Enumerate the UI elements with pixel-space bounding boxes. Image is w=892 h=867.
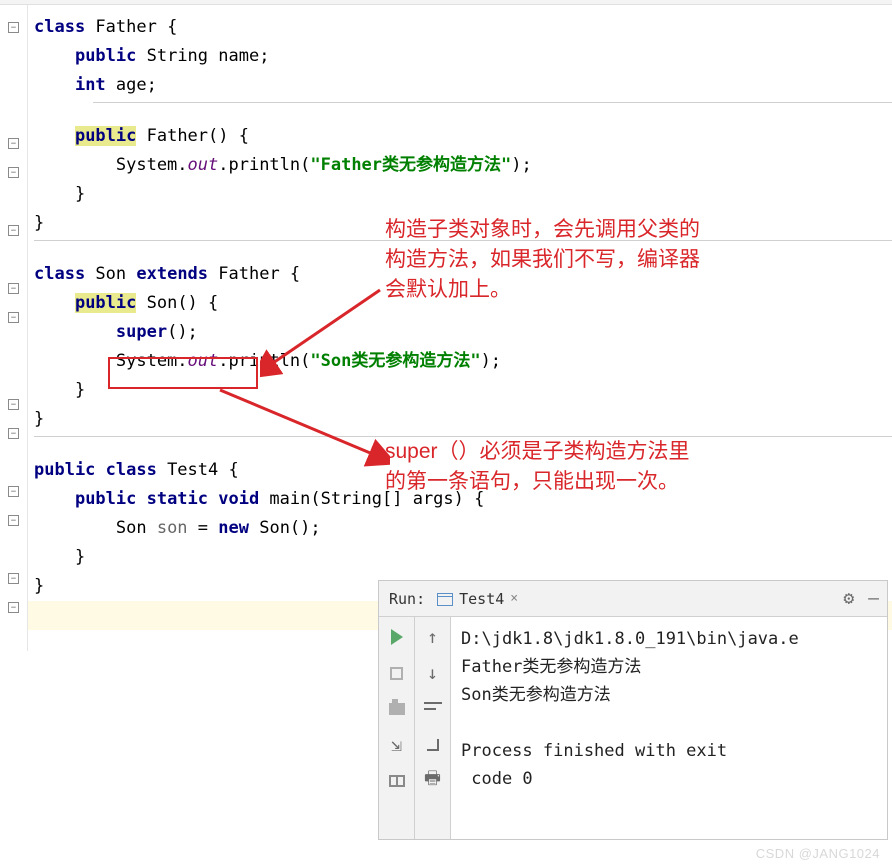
keyword-public: public (75, 126, 136, 146)
brace-close: } (34, 213, 44, 233)
run-toolbar-second: ↑ ↓ 🖶 (415, 617, 451, 839)
code-text: .println( (218, 155, 310, 175)
keyword-public-class: public class (34, 460, 157, 480)
fold-icon[interactable]: − (8, 573, 19, 584)
constructor-father: Father() { (136, 126, 249, 146)
fold-icon[interactable]: − (8, 515, 19, 526)
brace-close: } (34, 409, 44, 429)
layout-button[interactable] (385, 769, 409, 793)
keyword-psvm: public static void (75, 489, 259, 509)
minimize-icon[interactable]: — (868, 588, 879, 609)
code-text: System. (34, 351, 188, 371)
scroll-button[interactable] (421, 733, 445, 757)
console-output[interactable]: D:\jdk1.8\jdk1.8.0_191\bin\java.e Father… (451, 617, 887, 839)
stop-button[interactable] (385, 661, 409, 685)
code-text: ); (481, 351, 501, 371)
code-text: .println( (218, 351, 310, 371)
keyword-public: public (75, 293, 136, 313)
run-toolbar-left: ⇲ (379, 617, 415, 839)
keyword-super: super (116, 322, 167, 342)
gear-icon[interactable]: ⚙ (843, 588, 854, 609)
code-text: Son (34, 518, 157, 538)
print-button[interactable]: 🖶 (421, 769, 445, 793)
keyword-int: int (75, 75, 106, 95)
code-content[interactable]: class Father { public String name; int a… (28, 5, 892, 651)
fold-icon[interactable]: − (8, 283, 19, 294)
run-tab[interactable]: Test4 (459, 590, 504, 608)
keyword-extends: extends (136, 264, 208, 284)
fold-icon[interactable]: − (8, 399, 19, 410)
run-panel: Run: Test4 × ⚙ — ⇲ ↑ ↓ 🖶 D:\jdk1.8\jdk1.… (378, 580, 888, 840)
export-button[interactable]: ⇲ (385, 733, 409, 757)
fold-icon[interactable]: − (8, 22, 19, 33)
fold-icon[interactable]: − (8, 486, 19, 497)
field-age: age; (106, 75, 157, 95)
play-icon (391, 629, 403, 645)
fold-icon[interactable]: − (8, 312, 19, 323)
up-button[interactable]: ↑ (421, 625, 445, 649)
brace-close: } (34, 547, 85, 567)
fold-icon[interactable]: − (8, 167, 19, 178)
constructor-son: Son() { (136, 293, 218, 313)
parent-class: Father { (208, 264, 300, 284)
brace-close: } (34, 380, 85, 400)
gutter: − − − − − − − − − − − − (0, 5, 28, 651)
string-literal: "Father类无参构造方法" (310, 155, 511, 175)
code-editor[interactable]: − − − − − − − − − − − − class Father { p… (0, 5, 892, 651)
class-name: Son (85, 264, 136, 284)
brace-close: } (34, 576, 44, 596)
layout-icon (389, 775, 405, 787)
field-out: out (188, 155, 219, 175)
app-icon (437, 593, 453, 606)
type-string: String (136, 46, 218, 66)
code-text: ); (511, 155, 531, 175)
fold-icon[interactable]: − (8, 225, 19, 236)
keyword-new: new (218, 518, 249, 538)
string-literal: "Son类无参构造方法" (310, 351, 480, 371)
scroll-icon (425, 737, 441, 753)
camera-button[interactable] (385, 697, 409, 721)
wrap-icon (424, 702, 442, 716)
close-icon[interactable]: × (510, 591, 518, 606)
brace-close: } (34, 184, 85, 204)
stop-icon (390, 667, 403, 680)
class-name: Father { (85, 17, 177, 37)
code-text: System. (34, 155, 188, 175)
fold-icon[interactable]: − (8, 138, 19, 149)
camera-icon (389, 703, 405, 715)
wrap-button[interactable] (421, 697, 445, 721)
code-text: = (188, 518, 219, 538)
keyword-class: class (34, 17, 85, 37)
var-name: son (157, 518, 188, 538)
field-out: out (188, 351, 219, 371)
annotation-2: super（）必须是子类构造方法里 的第一条语句，只能出现一次。 (385, 437, 690, 497)
run-header: Run: Test4 × ⚙ — (379, 581, 887, 617)
run-label: Run: (389, 590, 425, 608)
annotation-1: 构造子类对象时，会先调用父类的 构造方法，如果我们不写，编译器 会默认加上。 (385, 215, 700, 305)
fold-icon[interactable]: − (8, 428, 19, 439)
run-button[interactable] (385, 625, 409, 649)
code-text: Son(); (249, 518, 321, 538)
class-name: Test4 { (157, 460, 239, 480)
field-name: name; (218, 46, 269, 66)
keyword-class: class (34, 264, 85, 284)
down-button[interactable]: ↓ (421, 661, 445, 685)
code-text: (); (167, 322, 198, 342)
fold-icon[interactable]: − (8, 602, 19, 613)
watermark: CSDN @JANG1024 (756, 846, 880, 861)
keyword-public: public (75, 46, 136, 66)
